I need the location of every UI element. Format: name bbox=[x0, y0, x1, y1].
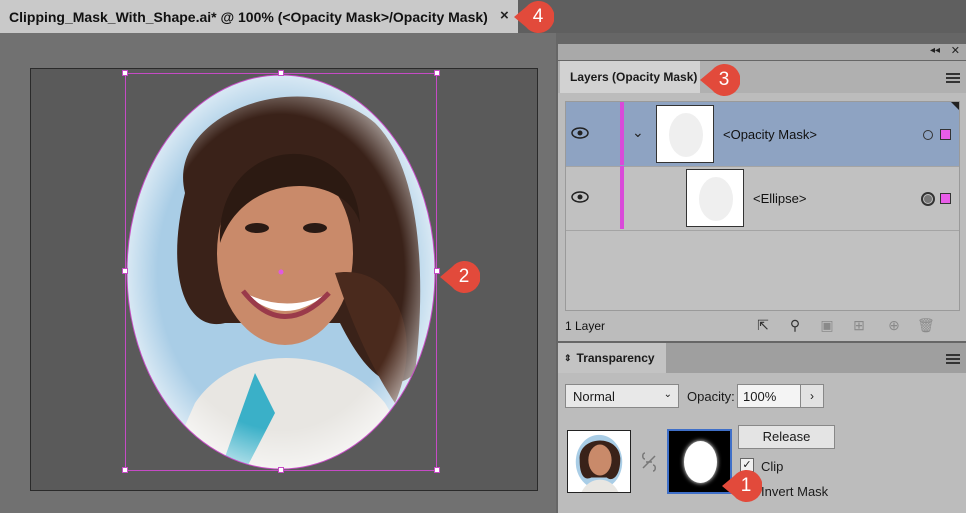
panel-dock-header: ◂◂ ✕ bbox=[558, 44, 966, 60]
callout-marker-3: 3 bbox=[700, 60, 741, 100]
bbox-handle-bl[interactable] bbox=[122, 467, 128, 473]
clipping-mask-icon[interactable]: ▣ bbox=[819, 317, 835, 333]
chevron-down-icon: ⌄ bbox=[663, 389, 672, 400]
new-sublayer-icon[interactable]: ⊞ bbox=[851, 317, 867, 333]
layer-thumbnail bbox=[656, 105, 714, 163]
bbox-handle-tm[interactable] bbox=[278, 70, 284, 76]
new-layer-icon[interactable]: ⊕ bbox=[886, 317, 902, 333]
bbox-handle-tr[interactable] bbox=[434, 70, 440, 76]
bbox-handle-bm[interactable] bbox=[278, 467, 284, 473]
callout-number: 2 bbox=[458, 266, 470, 287]
callout-marker-4: 4 bbox=[514, 0, 555, 37]
layer-row-ellipse[interactable]: <Ellipse> bbox=[566, 166, 959, 231]
transparency-tab-label: Transparency bbox=[576, 351, 655, 365]
layer-row-label: <Opacity Mask> bbox=[723, 127, 817, 142]
selection-square-icon[interactable] bbox=[940, 193, 951, 204]
layers-menu-icon[interactable] bbox=[946, 73, 960, 83]
opacity-label: Opacity: bbox=[687, 389, 735, 404]
callout-number: 4 bbox=[532, 6, 544, 27]
bbox-handle-br[interactable] bbox=[434, 467, 440, 473]
layers-tab-label: Layers (Opacity Mask) bbox=[570, 70, 698, 84]
export-icon[interactable]: ⇱ bbox=[755, 317, 771, 333]
chevron-down-icon[interactable]: ⌄ bbox=[632, 124, 644, 141]
trash-icon[interactable]: 🗑 bbox=[917, 317, 935, 333]
blend-mode-value: Normal bbox=[573, 388, 615, 404]
document-tab-title: Clipping_Mask_With_Shape.ai* @ 100% (<Op… bbox=[9, 8, 488, 25]
document-tab[interactable]: Clipping_Mask_With_Shape.ai* @ 100% (<Op… bbox=[0, 0, 518, 33]
target-circle-icon[interactable] bbox=[923, 130, 933, 140]
layers-list: ⌄ <Opacity Mask> <Ellipse> bbox=[565, 101, 960, 311]
layer-color-bar bbox=[620, 166, 624, 229]
callout-number: 3 bbox=[718, 69, 730, 90]
close-tab-icon[interactable]: × bbox=[500, 7, 509, 24]
blend-mode-select[interactable]: Normal ⌄ bbox=[565, 384, 679, 408]
target-filled-circle-icon[interactable] bbox=[921, 192, 935, 206]
layer-color-bar bbox=[620, 102, 624, 165]
visibility-eye-icon[interactable] bbox=[571, 126, 589, 140]
close-panel-icon[interactable]: ✕ bbox=[951, 44, 960, 57]
object-thumbnail[interactable] bbox=[567, 430, 631, 493]
release-button[interactable]: Release bbox=[738, 425, 835, 449]
masked-photo[interactable] bbox=[125, 73, 437, 471]
panel-expand-icon[interactable]: ⇕ bbox=[564, 353, 572, 364]
search-icon[interactable]: ⚲ bbox=[787, 317, 803, 333]
bbox-handle-ml[interactable] bbox=[122, 268, 128, 274]
layer-row-label: <Ellipse> bbox=[753, 191, 807, 206]
visibility-eye-icon[interactable] bbox=[571, 190, 589, 204]
tab-layers[interactable]: Layers (Opacity Mask) bbox=[560, 61, 700, 93]
collapse-panels-icon[interactable]: ◂◂ bbox=[930, 45, 940, 56]
callout-marker-1: 1 bbox=[722, 466, 763, 506]
layer-count-label: 1 Layer bbox=[565, 319, 606, 333]
invert-mask-label: Invert Mask bbox=[761, 484, 829, 499]
corner-marker-icon bbox=[951, 102, 959, 110]
bbox-handle-tl[interactable] bbox=[122, 70, 128, 76]
layer-thumbnail bbox=[686, 169, 744, 227]
opacity-slider-button[interactable]: › bbox=[800, 384, 824, 408]
layer-row-opacity-mask[interactable]: ⌄ <Opacity Mask> bbox=[566, 102, 959, 167]
callout-number: 1 bbox=[740, 475, 752, 496]
transparency-menu-icon[interactable] bbox=[946, 354, 960, 364]
document-tab-bar: Clipping_Mask_With_Shape.ai* @ 100% (<Op… bbox=[0, 0, 966, 33]
opacity-input[interactable]: 100% bbox=[737, 384, 801, 408]
unlink-mask-icon[interactable] bbox=[640, 450, 658, 474]
selection-square-icon[interactable] bbox=[940, 129, 951, 140]
callout-marker-2: 2 bbox=[440, 257, 481, 297]
tab-transparency[interactable]: ⇕ Transparency bbox=[558, 343, 666, 373]
